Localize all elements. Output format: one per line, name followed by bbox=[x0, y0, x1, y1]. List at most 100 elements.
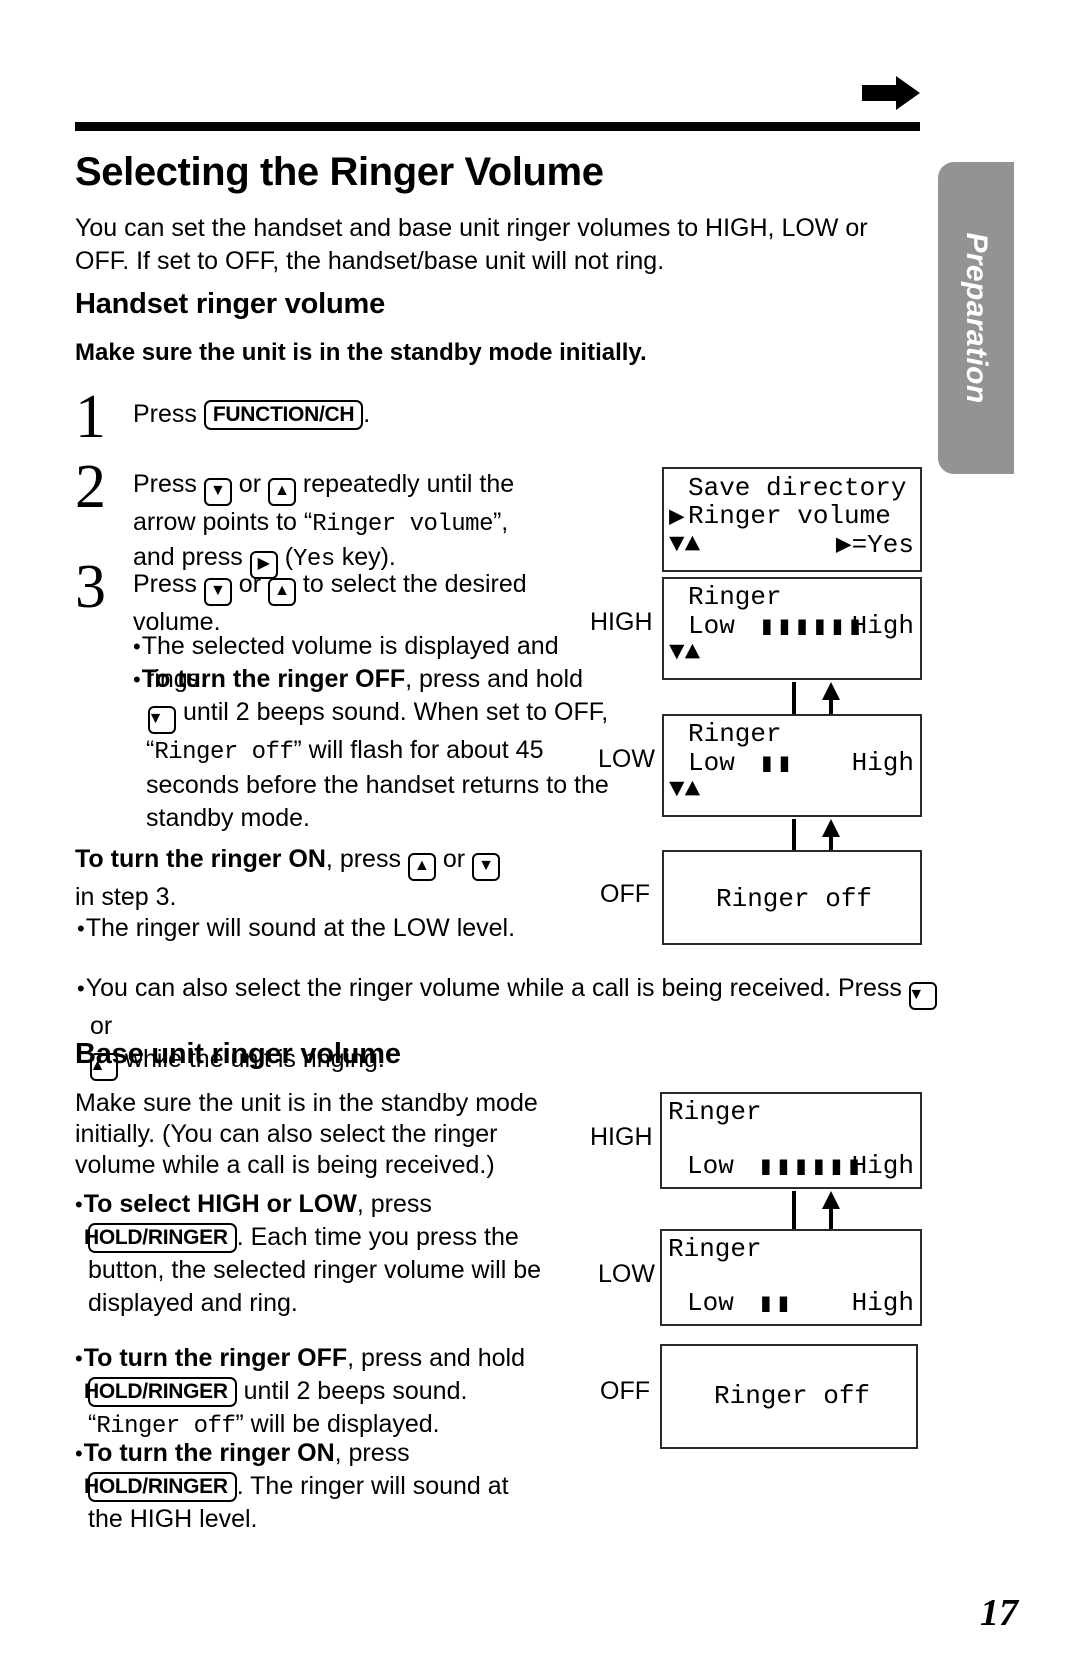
bullet-text-3: will flash for about 45 bbox=[301, 736, 544, 764]
bullet-dot bbox=[77, 914, 86, 942]
step-2-text-h: key). bbox=[334, 543, 396, 571]
bullet-text-2: until 2 beeps sound. bbox=[236, 1377, 468, 1405]
hold-ringer-key[interactable]: HOLD/RINGER bbox=[84, 1377, 237, 1407]
step-2-text-b: or bbox=[231, 470, 268, 498]
call-note-text-b: or bbox=[90, 1012, 113, 1040]
bullet-text-1: , press bbox=[356, 1190, 432, 1218]
step-1: 1 Press FUNCTION/CH. bbox=[75, 386, 655, 448]
low-lcd-line1: Ringer bbox=[688, 719, 782, 749]
menu-lcd-line1: Save directory bbox=[688, 473, 907, 503]
bullet-text-4: seconds before the handset returns to th… bbox=[146, 771, 609, 799]
menu-lcd-scroll-indicator: ▼▲ bbox=[669, 529, 701, 559]
bullet-dot bbox=[75, 1190, 84, 1218]
turn-on-mid: , press bbox=[325, 845, 408, 873]
base-low-lcd-line1: Ringer bbox=[668, 1234, 762, 1264]
high-lcd-volume-bars: ▮▮▮▮▮▮ bbox=[759, 612, 865, 642]
down-arrow-key[interactable]: ▼ bbox=[908, 982, 937, 1010]
bullet-dot bbox=[75, 1439, 84, 1467]
step-2-text-c: repeatedly until the bbox=[295, 470, 515, 498]
bullet-text-5: standby mode. bbox=[146, 804, 310, 832]
step-2-text-a: Press bbox=[133, 470, 204, 498]
base-low-lcd: Ringer Low ▮▮ High bbox=[660, 1229, 922, 1326]
base-level-label-low: LOW bbox=[598, 1260, 655, 1288]
heading-handset-ringer-volume: Handset ringer volume bbox=[75, 288, 386, 320]
down-arrow-key[interactable]: ▼ bbox=[472, 853, 501, 881]
turn-ringer-on-note: To turn the ringer ON, press ▲ or ▼ in s… bbox=[75, 843, 635, 914]
step-1-post: . bbox=[363, 400, 371, 428]
quote-close: ” bbox=[235, 1410, 244, 1438]
base-low-lcd-high-label: High bbox=[851, 1288, 914, 1318]
bullet-bold-lead: To turn the ringer OFF bbox=[83, 1344, 348, 1372]
up-arrow-key[interactable]: ▲ bbox=[267, 478, 296, 506]
step-3-text-a: Press bbox=[133, 570, 204, 598]
step-1-number: 1 bbox=[75, 383, 106, 451]
step-2-text-g: ( bbox=[277, 543, 294, 571]
base-high-lcd-high-label: High bbox=[851, 1151, 914, 1181]
bullet-text-3: button, the selected ringer volume will … bbox=[88, 1256, 542, 1284]
base-high-lcd-line1: Ringer bbox=[668, 1097, 762, 1127]
menu-lcd-line2: Ringer volume bbox=[688, 501, 891, 531]
function-ch-key[interactable]: FUNCTION/CH bbox=[203, 400, 364, 430]
step-1-body: Press FUNCTION/CH. bbox=[133, 398, 655, 431]
step-3-number: 3 bbox=[75, 553, 106, 621]
base-low-lcd-low-label: Low bbox=[687, 1288, 734, 1318]
right-arrow-icon bbox=[862, 76, 920, 110]
step-2-text-f: and press bbox=[133, 543, 250, 571]
bullet-text-1: , press and hold bbox=[405, 665, 584, 693]
bullet-text-3: will be displayed. bbox=[243, 1410, 440, 1438]
down-arrow-key[interactable]: ▼ bbox=[203, 478, 232, 506]
hold-ringer-key[interactable]: HOLD/RINGER bbox=[84, 1472, 237, 1502]
high-lcd-scroll-indicator: ▼▲ bbox=[669, 637, 701, 667]
bullet-select-high-low: To select HIGH or LOW, press HOLD/RINGER… bbox=[75, 1188, 608, 1320]
base-intro: Make sure the unit is in the standby mod… bbox=[75, 1089, 538, 1179]
page-number: 17 bbox=[980, 1592, 1018, 1634]
bullet-bold-lead: To turn the ringer ON bbox=[83, 1439, 335, 1467]
high-lcd-high-label: High bbox=[851, 611, 914, 641]
manual-page: Preparation Selecting the Ringer Volume … bbox=[0, 0, 1080, 1669]
turn-on-bold: To turn the ringer ON bbox=[75, 845, 326, 873]
bullet-text: The ringer will sound at the LOW level. bbox=[85, 914, 516, 942]
step-3-text-c: to select the desired bbox=[295, 570, 527, 598]
quote-close: ” bbox=[293, 736, 302, 764]
bullet-dot bbox=[75, 1344, 84, 1372]
level-label-low: LOW bbox=[598, 745, 655, 773]
handset-precondition: Make sure the unit is in the standby mod… bbox=[75, 339, 647, 366]
hold-ringer-key[interactable]: HOLD/RINGER bbox=[84, 1223, 237, 1253]
turn-on-mid2: or bbox=[435, 845, 473, 873]
low-lcd-scroll-indicator: ▼▲ bbox=[669, 774, 701, 804]
section-tab-label: Preparation bbox=[960, 232, 993, 404]
bullet-dot bbox=[133, 632, 142, 660]
step-3: 3 Press ▼ or ▲ to select the desired vol… bbox=[75, 556, 655, 639]
bullet-bold-lead: To select HIGH or LOW bbox=[83, 1190, 357, 1218]
bullet-dot bbox=[133, 665, 142, 693]
low-lcd-high-label: High bbox=[851, 748, 914, 778]
step-2-text-e: ”, bbox=[492, 508, 509, 536]
bullet-text-1: , press and hold bbox=[347, 1344, 526, 1372]
step-3-text-b: or bbox=[231, 570, 268, 598]
step-2-text-d: arrow points to “ bbox=[133, 508, 313, 536]
high-lcd: Ringer Low ▮▮▮▮▮▮ High ▼▲ bbox=[662, 577, 922, 680]
step-2-body: Press ▼ or ▲ repeatedly until the arrow … bbox=[133, 468, 655, 579]
base-low-lcd-volume-bars: ▮▮ bbox=[758, 1289, 794, 1319]
base-off-lcd-text: Ringer off bbox=[714, 1381, 871, 1411]
step-1-pre: Press bbox=[133, 400, 204, 428]
bullet-base-turn-off: To turn the ringer OFF, press and hold H… bbox=[75, 1342, 608, 1443]
down-arrow-key[interactable]: ▼ bbox=[203, 578, 232, 606]
bullet-text-2: until 2 beeps sound. When set to OFF, bbox=[176, 698, 609, 726]
ringer-off-display-text: Ringer off bbox=[154, 739, 294, 766]
off-lcd: Ringer off bbox=[662, 850, 922, 945]
bullet-base-turn-on: To turn the ringer ON, press HOLD/RINGER… bbox=[75, 1437, 608, 1536]
bullet-dot bbox=[77, 974, 86, 1002]
base-off-lcd: Ringer off bbox=[660, 1344, 918, 1449]
turn-on-line2: in step 3. bbox=[75, 883, 177, 911]
step-3-body: Press ▼ or ▲ to select the desired volum… bbox=[133, 568, 655, 639]
down-arrow-key[interactable]: ▼ bbox=[148, 706, 176, 734]
up-arrow-key[interactable]: ▲ bbox=[267, 578, 296, 606]
bullet-text-2: . The ringer will sound at bbox=[236, 1472, 509, 1500]
up-arrow-key[interactable]: ▲ bbox=[407, 853, 436, 881]
bullet-text-3: the HIGH level. bbox=[88, 1505, 258, 1533]
page-title: Selecting the Ringer Volume bbox=[75, 150, 604, 194]
base-level-label-off: OFF bbox=[600, 1377, 650, 1405]
base-high-lcd-volume-bars: ▮▮▮▮▮▮ bbox=[758, 1152, 864, 1182]
menu-lcd-yes-hint: ▶=Yes bbox=[835, 530, 914, 560]
